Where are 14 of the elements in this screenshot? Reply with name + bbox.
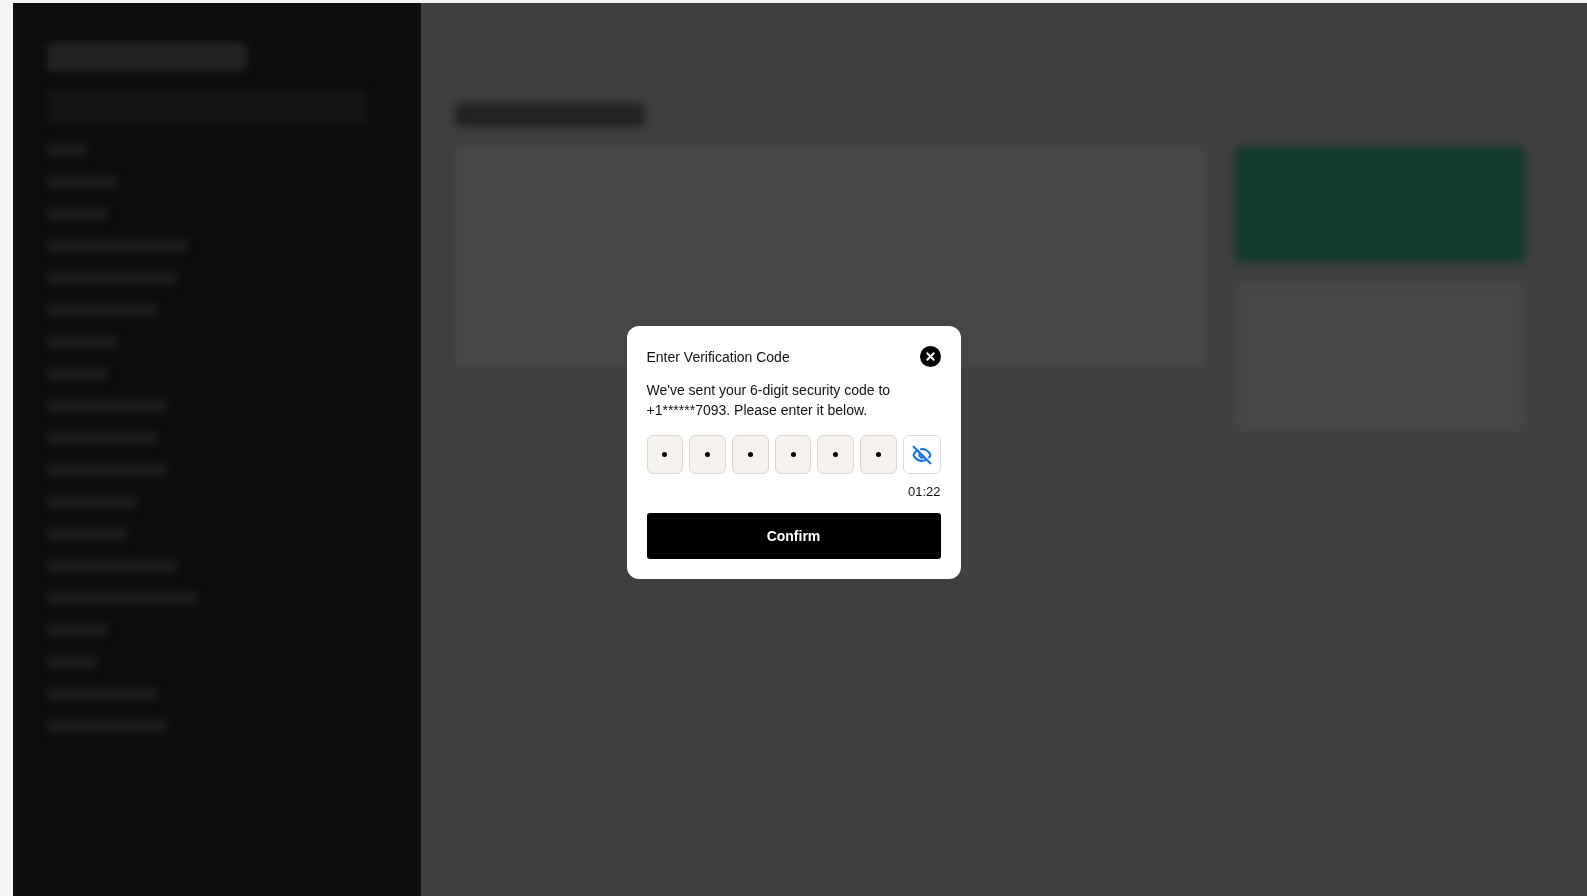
countdown-timer: 01:22 xyxy=(907,484,941,499)
code-input-field[interactable] xyxy=(689,435,726,474)
confirm-button[interactable]: Confirm xyxy=(646,513,941,559)
close-icon xyxy=(923,350,937,363)
code-input-field[interactable] xyxy=(731,435,769,474)
dialog-message: We've sent your 6-digit security code to +1******7093. Please enter it below. xyxy=(646,381,892,420)
code-input-field[interactable] xyxy=(817,435,855,474)
dialog-title: Enter Verification Code xyxy=(646,348,790,365)
visibility-toggle-button[interactable] xyxy=(902,435,941,474)
close-button[interactable] xyxy=(919,346,941,367)
code-input-field[interactable] xyxy=(774,435,812,474)
eye-off-icon xyxy=(911,444,932,465)
code-input-field[interactable] xyxy=(646,435,684,474)
code-input-field[interactable] xyxy=(860,435,897,474)
